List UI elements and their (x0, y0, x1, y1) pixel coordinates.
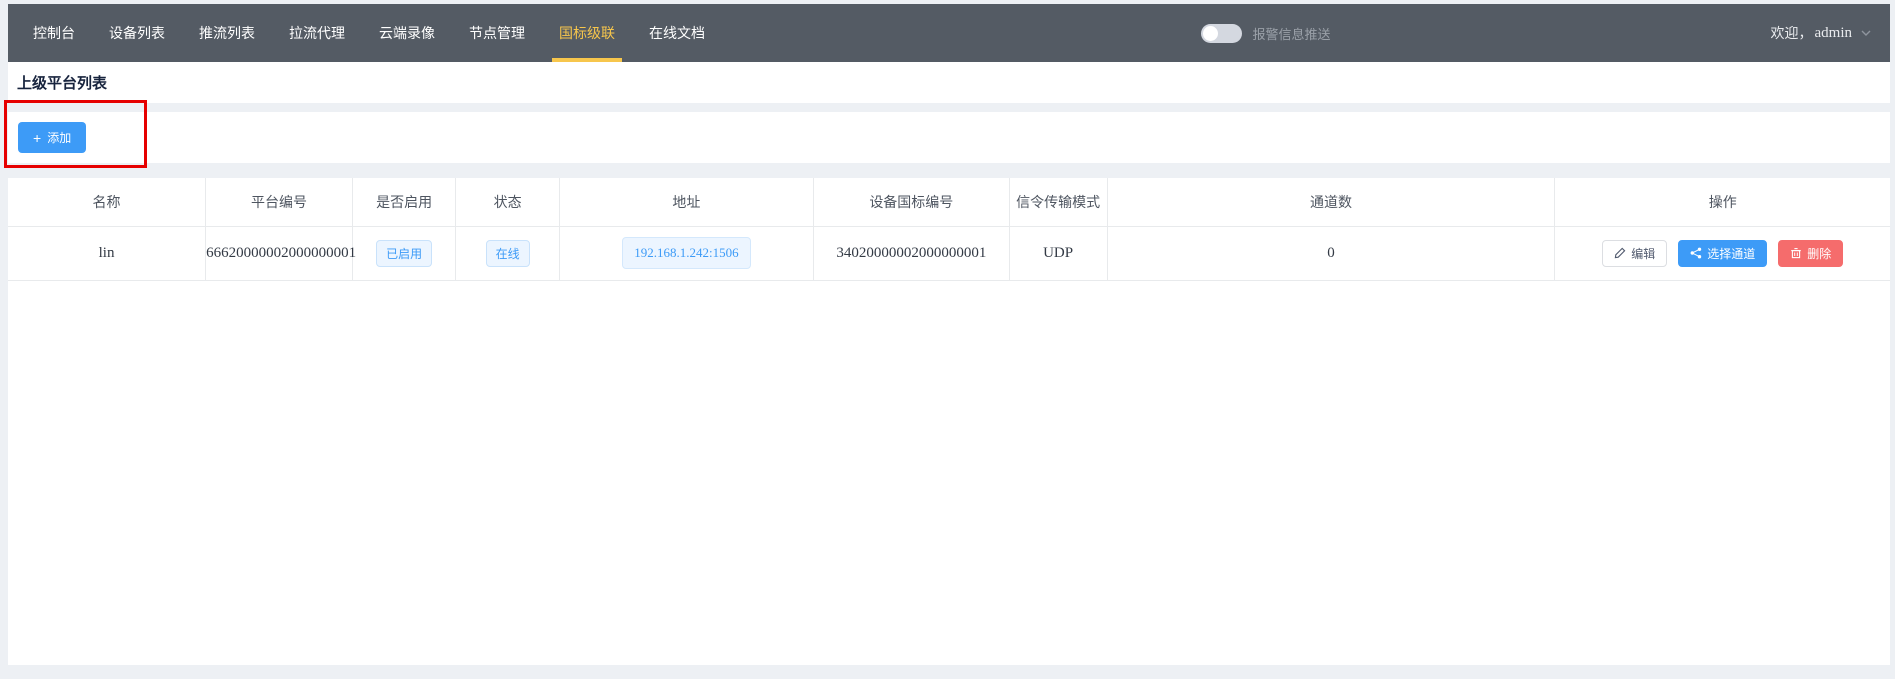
nav-item-gb-cascade-active[interactable]: 国标级联 (542, 4, 632, 62)
cell-platform-id: 66620000002000000001 (206, 226, 353, 280)
delete-button[interactable]: 删除 (1778, 240, 1843, 267)
add-button-label: 添加 (47, 129, 71, 146)
alarm-push-toggle[interactable] (1201, 24, 1242, 43)
top-navbar: 控制台 设备列表 推流列表 拉流代理 云端录像 节点管理 国标级联 在线文档 报… (8, 4, 1890, 62)
cell-status: 在线 (456, 226, 560, 280)
toolbar: + 添加 (8, 112, 1890, 163)
user-menu[interactable]: 欢迎，admin (1771, 23, 1873, 43)
cell-address: 192.168.1.242:1506 (559, 226, 813, 280)
col-header-actions: 操作 (1555, 178, 1890, 226)
plus-icon: + (33, 131, 41, 145)
nav-item-device-list[interactable]: 设备列表 (92, 4, 182, 62)
col-header-transport-mode: 信令传输模式 (1009, 178, 1107, 226)
nav-item-pull-proxy[interactable]: 拉流代理 (272, 4, 362, 62)
page-title: 上级平台列表 (17, 72, 107, 93)
col-header-address: 地址 (559, 178, 813, 226)
toggle-knob (1203, 26, 1218, 41)
navbar-right-group: 报警信息推送 欢迎，admin (1201, 23, 1872, 43)
enabled-badge: 已启用 (376, 240, 432, 267)
platform-table: 名称 平台编号 是否启用 状态 地址 设备国标编号 信令传输模式 通道数 操作 … (8, 178, 1890, 281)
edit-pencil-icon (1614, 247, 1626, 259)
nav-item-node-manage[interactable]: 节点管理 (452, 4, 542, 62)
row-actions: 编辑 选择通道 (1555, 240, 1890, 267)
cell-enabled: 已启用 (352, 226, 456, 280)
status-badge: 在线 (486, 240, 530, 267)
share-icon (1690, 247, 1702, 259)
nav-item-console[interactable]: 控制台 (16, 4, 92, 62)
select-channel-button-label: 选择通道 (1707, 245, 1755, 262)
chevron-down-icon (1860, 27, 1872, 39)
table-header-row: 名称 平台编号 是否启用 状态 地址 设备国标编号 信令传输模式 通道数 操作 (8, 178, 1890, 226)
welcome-text: 欢迎， (1771, 23, 1813, 43)
username: admin (1815, 25, 1853, 42)
col-header-enabled: 是否启用 (352, 178, 456, 226)
edit-button[interactable]: 编辑 (1602, 240, 1667, 267)
delete-button-label: 删除 (1807, 245, 1831, 262)
cell-channel-count: 0 (1107, 226, 1555, 280)
cell-name: lin (8, 226, 206, 280)
col-header-name: 名称 (8, 178, 206, 226)
alarm-push-group: 报警信息推送 (1201, 24, 1330, 43)
col-header-status: 状态 (456, 178, 560, 226)
col-header-gb-device-id: 设备国标编号 (813, 178, 1009, 226)
address-badge[interactable]: 192.168.1.242:1506 (622, 237, 750, 269)
cell-transport-mode: UDP (1009, 226, 1107, 280)
cell-actions: 编辑 选择通道 (1555, 226, 1890, 280)
cell-gb-device-id: 34020000002000000001 (813, 226, 1009, 280)
nav-item-cloud-record[interactable]: 云端录像 (362, 4, 452, 62)
edit-button-label: 编辑 (1631, 245, 1655, 262)
alarm-push-label: 报警信息推送 (1252, 24, 1330, 43)
platform-table-panel: 名称 平台编号 是否启用 状态 地址 设备国标编号 信令传输模式 通道数 操作 … (8, 178, 1890, 665)
nav-item-push-list[interactable]: 推流列表 (182, 4, 272, 62)
trash-icon (1790, 247, 1802, 259)
col-header-channel-count: 通道数 (1107, 178, 1555, 226)
table-row: lin 66620000002000000001 已启用 在线 192.168.… (8, 226, 1890, 280)
select-channel-button[interactable]: 选择通道 (1678, 240, 1767, 267)
col-header-platform-id: 平台编号 (206, 178, 353, 226)
nav-item-online-docs[interactable]: 在线文档 (632, 4, 722, 62)
add-button[interactable]: + 添加 (18, 122, 86, 153)
page-title-bar: 上级平台列表 (8, 62, 1890, 103)
